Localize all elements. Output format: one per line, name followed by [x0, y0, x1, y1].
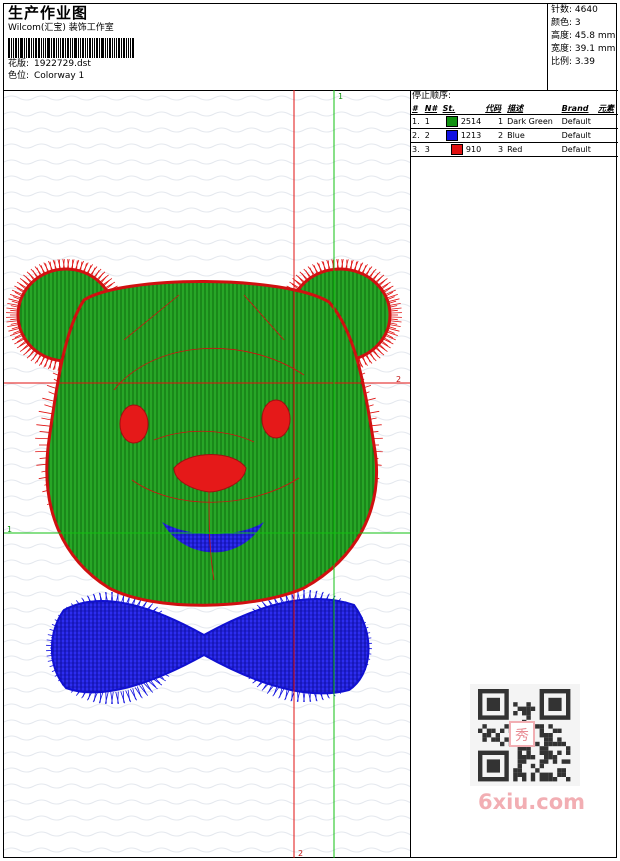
stat-width: 宽度: 39.1 mm — [551, 44, 616, 54]
colorway-line: 色位: Colorway 1 — [8, 70, 135, 82]
marker-v1: 1 — [338, 92, 343, 101]
stat-height: 高度: 45.8 mm — [551, 31, 616, 41]
worksheet-title: 生产作业图 — [8, 4, 89, 22]
qr-code-icon: 秀 — [470, 684, 580, 786]
marker-h2: 2 — [396, 375, 401, 384]
stat-scale: 比例: 3.39 — [551, 57, 595, 67]
design-preview[interactable]: 1 2 1 2 — [4, 90, 411, 858]
company-name: Wilcom(汇宝) 装饰工作室 — [8, 23, 114, 33]
header-info: 生产作业图 Wilcom(汇宝) 装饰工作室 花版: 1922729.dst 色位… — [8, 4, 135, 82]
table-bottom-rule — [410, 156, 618, 157]
table-header-row: # N# St. 代码 描述 Brand 元素 — [410, 102, 618, 115]
barcode — [8, 38, 135, 58]
bear-head — [45, 280, 379, 607]
col-number: N# — [424, 103, 438, 113]
marker-h1: 1 — [7, 525, 12, 534]
col-stitches: St. — [442, 103, 456, 113]
col-brand: Brand — [561, 103, 589, 113]
col-description: 描述 — [507, 103, 524, 113]
color-swatch — [446, 130, 459, 141]
stop-sequence-panel: 停止顺序: # N# St. 代码 描述 Brand 元素 1. 1 2514 — [410, 90, 618, 157]
col-code: 代码 — [485, 103, 502, 113]
colorway-label: 色位: — [8, 71, 30, 81]
design-file-name: 1922729.dst — [34, 59, 91, 69]
table-row[interactable]: 2. 2 1213 2 Blue Default — [410, 128, 618, 143]
left-eye — [119, 404, 149, 444]
stop-sequence-title: 停止顺序: — [412, 91, 452, 101]
colorway-name: Colorway 1 — [34, 71, 85, 81]
table-row[interactable]: 1. 1 2514 1 Dark Green Default — [410, 114, 618, 129]
worksheet-header: 生产作业图 Wilcom(汇宝) 装饰工作室 花版: 1922729.dst 色位… — [4, 4, 618, 91]
col-index: # — [412, 103, 418, 113]
production-worksheet: 生产作业图 Wilcom(汇宝) 装饰工作室 花版: 1922729.dst 色位… — [3, 3, 618, 858]
marker-v2: 2 — [298, 849, 303, 858]
qr-code-watermark: 秀 — [470, 684, 580, 786]
embroidery-canvas: 1 2 1 2 — [4, 90, 410, 858]
stop-sequence-table: # N# St. 代码 描述 Brand 元素 1. 1 2514 1 Dark… — [410, 102, 618, 156]
site-watermark: 6xiu.com — [478, 790, 586, 814]
stat-stitches: 针数: 4640 — [551, 5, 598, 15]
right-eye — [261, 399, 291, 439]
design-file-label: 花版: — [8, 59, 30, 69]
color-swatch — [451, 144, 464, 155]
table-row[interactable]: 3. 3 910 3 Red Default — [410, 142, 618, 156]
col-element: 元素 — [598, 103, 615, 113]
stat-colors: 颜色: 3 — [551, 18, 581, 28]
design-file-line: 花版: 1922729.dst — [8, 58, 135, 70]
color-swatch — [446, 116, 459, 127]
qr-badge-text: 秀 — [515, 728, 529, 744]
stats-panel: 针数: 4640 颜色: 3 高度: 45.8 mm 宽度: 39.1 mm 比… — [547, 4, 619, 90]
